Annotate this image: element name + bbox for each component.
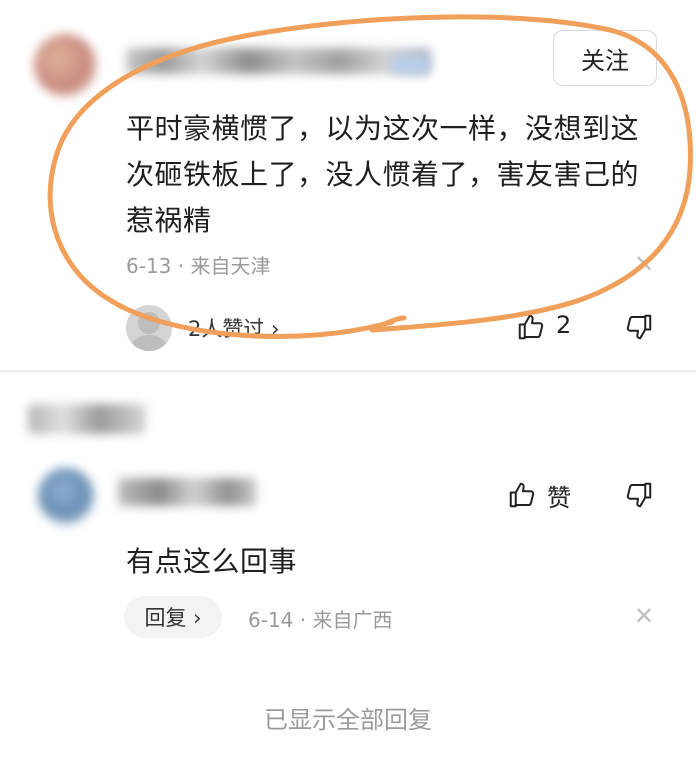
liker-avatar[interactable] (126, 305, 172, 351)
replier-name[interactable] (118, 478, 256, 506)
thumbs-up-icon[interactable] (507, 480, 537, 514)
replier-avatar[interactable] (38, 468, 94, 524)
reply-text: 有点这么回事 (126, 545, 298, 578)
reply-meta: 6-14 · 来自广西 (248, 604, 392, 633)
comment-location: 来自天津 (190, 254, 271, 278)
reply-location: 来自广西 (312, 608, 393, 632)
meta-separator: · (299, 608, 313, 632)
likers-link[interactable]: 2人赞过 › (188, 313, 279, 343)
follow-button[interactable]: 关注 (553, 30, 657, 86)
commenter-avatar[interactable] (34, 34, 96, 96)
all-replies-shown-text: 已显示全部回复 (264, 706, 432, 734)
reply-date: 6-14 (248, 608, 294, 632)
close-icon[interactable]: ✕ (634, 604, 654, 628)
reply-button[interactable]: 回复 › (124, 596, 222, 638)
meta-separator: · (177, 254, 191, 278)
comment-date: 6-13 (126, 254, 172, 278)
thumbs-down-icon[interactable] (624, 480, 654, 514)
commenter-name[interactable] (126, 48, 431, 74)
thumbs-up-icon[interactable] (516, 312, 546, 346)
section-divider (0, 370, 696, 372)
comment-meta: 6-13 · 来自天津 (126, 250, 270, 279)
reply-context-label (28, 404, 146, 434)
like-count: 2 (556, 311, 572, 339)
like-label[interactable]: 赞 (547, 478, 571, 513)
thumbs-down-icon[interactable] (624, 312, 654, 346)
comment-text: 平时豪横惯了，以为这次一样，没想到这次砸铁板上了，没人惯着了，害友害己的惹祸精 (126, 112, 640, 237)
commenter-badge (392, 56, 428, 74)
close-icon[interactable]: ✕ (634, 252, 654, 276)
